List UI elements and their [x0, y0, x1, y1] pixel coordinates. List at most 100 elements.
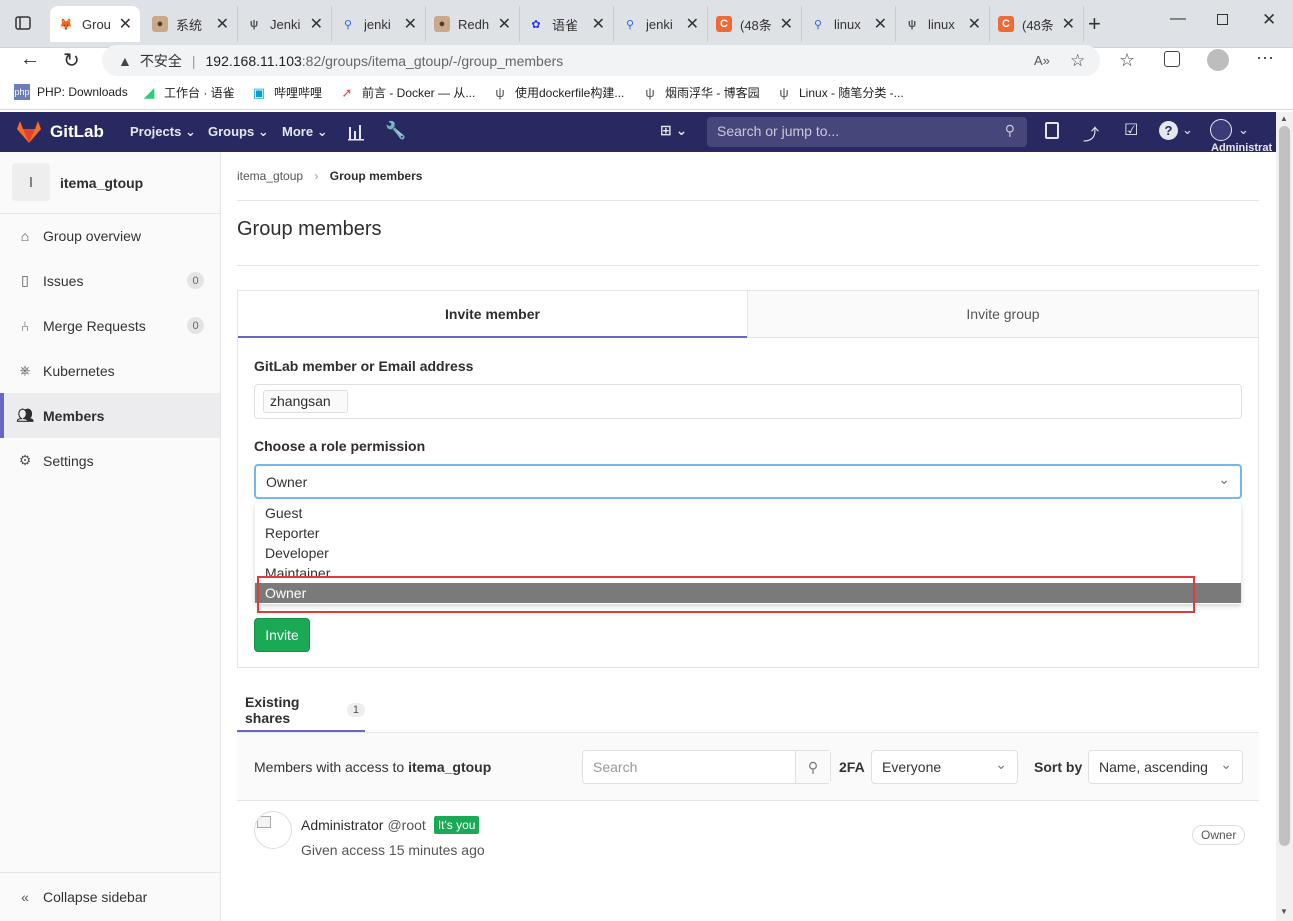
close-icon[interactable]: ✕: [216, 14, 229, 34]
kubernetes-icon: ⎈: [19, 362, 31, 378]
chevron-down-icon: ⌄: [184, 124, 196, 139]
address-bar[interactable]: ▲ 不安全 | 192.168.11.103:82/groups/itema_g…: [102, 45, 1100, 76]
role-option-developer[interactable]: Developer: [255, 543, 1241, 563]
avatar-icon: ●: [152, 16, 168, 32]
close-icon[interactable]: ✕: [686, 14, 699, 34]
browser-tab[interactable]: ⚲ jenki ✕: [614, 6, 708, 42]
browser-tab[interactable]: ⚲ linux ✕: [802, 6, 896, 42]
sidebar-item-issues[interactable]: ▯ Issues 0: [0, 258, 220, 303]
rocket-icon: ➚: [341, 84, 353, 100]
sidebar-item-settings[interactable]: ⚙ Settings: [0, 438, 220, 483]
browser-tab[interactable]: ● 系统 ✕: [144, 6, 238, 42]
bookmark-item[interactable]: ➚ 前言 - Docker — 从...: [339, 84, 476, 101]
member-avatar[interactable]: [254, 811, 292, 849]
close-icon[interactable]: ✕: [780, 14, 793, 34]
favorite-add-icon[interactable]: ☆: [1070, 51, 1085, 71]
browser-tab[interactable]: ✿ 语雀 ✕: [520, 6, 614, 42]
jenkins-icon: ψ: [495, 85, 505, 100]
scroll-up-arrow-icon[interactable]: ▲: [1280, 114, 1288, 123]
member-token[interactable]: zhangsan: [263, 390, 348, 413]
twofa-label: 2FA: [839, 759, 865, 775]
bookmark-item[interactable]: ◢ 工作台 · 语雀: [141, 84, 235, 101]
scroll-down-arrow-icon[interactable]: ▼: [1280, 907, 1288, 916]
todo-icon[interactable]: ☑: [1124, 120, 1138, 140]
url-path: :82/groups/itema_gtoup/-/group_members: [301, 52, 564, 69]
browser-tab[interactable]: C (48条 ✕: [708, 6, 802, 42]
bookmark-item[interactable]: ψ Linux - 随笔分类 -...: [776, 84, 903, 101]
group-name[interactable]: itema_gtoup: [60, 175, 143, 191]
browser-tab[interactable]: C (48条 ✕: [990, 6, 1084, 42]
nav-groups[interactable]: Groups ⌄: [208, 124, 269, 140]
search-button[interactable]: ⚲: [795, 751, 830, 783]
favorites-icon[interactable]: ☆: [1119, 50, 1135, 71]
admin-wrench-icon[interactable]: 🔧: [385, 121, 406, 141]
browser-menu-icon[interactable]: ···: [1256, 47, 1274, 68]
sort-label: Sort by: [1034, 759, 1083, 775]
browser-tab[interactable]: ψ linux ✕: [896, 6, 990, 42]
breadcrumb-group-link[interactable]: itema_gtoup: [237, 169, 303, 183]
user-avatar[interactable]: [1210, 119, 1232, 141]
close-icon[interactable]: ✕: [874, 14, 887, 34]
bookmarks-bar: php PHP: Downloads ◢ 工作台 · 语雀 ▣ 哔哩哔哩 ➚ 前言 - …: [0, 78, 1293, 110]
member-search-input[interactable]: Search ⚲: [582, 750, 831, 784]
group-avatar[interactable]: I: [12, 163, 50, 201]
new-item-icon[interactable]: ⊞ ⌄: [660, 122, 687, 139]
users-icon: 👥︎: [16, 407, 34, 423]
window-close-icon[interactable]: ✕: [1262, 10, 1276, 30]
close-icon[interactable]: ✕: [592, 14, 605, 34]
close-icon[interactable]: ✕: [404, 14, 417, 34]
tab-invite-member[interactable]: Invite member: [238, 291, 747, 338]
refresh-icon[interactable]: ↻: [63, 48, 80, 73]
member-name[interactable]: Administrator: [301, 817, 383, 833]
browser-tab[interactable]: 🦊 Grou ✕: [50, 6, 140, 42]
twofa-select[interactable]: Everyone ⌄: [871, 750, 1018, 784]
scrollbar-thumb[interactable]: [1279, 126, 1290, 846]
role-option-guest[interactable]: Guest: [255, 503, 1241, 523]
close-icon[interactable]: ✕: [968, 14, 981, 34]
nav-projects[interactable]: Projects ⌄: [130, 124, 196, 140]
tab-existing-shares[interactable]: Existing shares 1: [237, 690, 365, 732]
browser-tab[interactable]: ● Redh ✕: [426, 6, 520, 42]
close-icon[interactable]: ✕: [498, 14, 511, 34]
sidebar-item-merge-requests[interactable]: ⑃ Merge Requests 0: [0, 303, 220, 348]
browser-tab[interactable]: ⚲ jenki ✕: [332, 6, 426, 42]
nav-more[interactable]: More ⌄: [282, 124, 328, 140]
sidebar-item-members[interactable]: 👥︎ Members: [0, 393, 220, 438]
role-option-reporter[interactable]: Reporter: [255, 523, 1241, 543]
invite-button[interactable]: Invite: [254, 618, 310, 652]
tab-invite-group[interactable]: Invite group: [747, 291, 1258, 338]
activity-chart-icon[interactable]: [347, 123, 365, 146]
help-icon[interactable]: ?: [1159, 121, 1178, 140]
member-input[interactable]: zhangsan: [254, 384, 1242, 419]
sidebar-item-group-overview[interactable]: ⌂ Group overview: [0, 213, 220, 258]
search-input[interactable]: Search or jump to... ⚲: [707, 117, 1027, 147]
read-aloud-icon[interactable]: A»: [1034, 53, 1050, 68]
close-icon[interactable]: ✕: [1062, 14, 1075, 34]
brand-name[interactable]: GitLab: [50, 122, 104, 142]
minimize-icon[interactable]: —: [1170, 10, 1186, 28]
role-select[interactable]: Owner ⌄: [254, 464, 1242, 499]
new-tab-icon[interactable]: +: [1088, 11, 1101, 37]
tab-actions-icon[interactable]: [14, 14, 32, 32]
sort-select[interactable]: Name, ascending ⌄: [1088, 750, 1243, 784]
gitlab-logo-icon[interactable]: [16, 120, 42, 149]
sidebar-item-kubernetes[interactable]: ⎈ Kubernetes: [0, 348, 220, 393]
bookmark-item[interactable]: ψ 烟雨浮华 - 博客园: [642, 84, 759, 101]
chevron-down-icon[interactable]: ⌄: [1238, 122, 1249, 138]
maximize-icon[interactable]: [1217, 14, 1228, 25]
chevron-down-icon[interactable]: ⌄: [1182, 122, 1193, 138]
bookmark-item[interactable]: ψ 使用dockerfile构建...: [492, 84, 624, 101]
close-icon[interactable]: ✕: [310, 14, 323, 34]
browser-tab[interactable]: ψ Jenki ✕: [238, 6, 332, 42]
collapse-sidebar-button[interactable]: «Collapse sidebar: [0, 874, 220, 919]
merge-request-icon[interactable]: ⤴: [1083, 121, 1099, 145]
issues-icon[interactable]: [1045, 122, 1059, 139]
close-icon[interactable]: ✕: [119, 14, 132, 34]
breadcrumb-current[interactable]: Group members: [330, 169, 423, 183]
collections-icon[interactable]: [1164, 51, 1180, 67]
bookmark-item[interactable]: php PHP: Downloads: [14, 84, 128, 100]
c-icon: C: [716, 16, 732, 32]
profile-avatar-icon[interactable]: [1207, 49, 1229, 71]
back-icon[interactable]: ←: [20, 48, 40, 71]
bookmark-item[interactable]: ▣ 哔哩哔哩: [251, 84, 322, 101]
